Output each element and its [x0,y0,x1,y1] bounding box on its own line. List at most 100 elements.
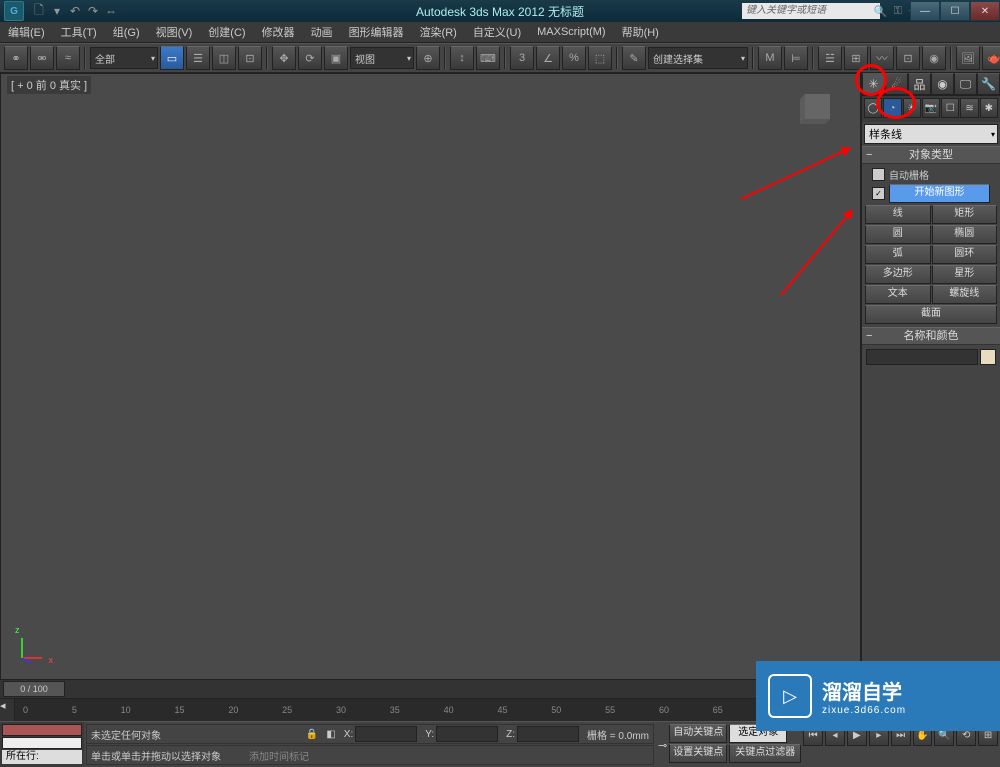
cameras-subtab-icon[interactable]: 📷 [922,98,940,118]
refcoord-dropdown[interactable]: 视图 [350,47,414,69]
menu-tools[interactable]: 工具(T) [61,24,97,40]
keyfilter-button[interactable]: 关键点过滤器 [729,744,801,763]
angle-snap-icon[interactable]: ∠ [536,46,560,70]
minimize-button[interactable]: — [910,1,940,21]
rotate-icon[interactable]: ⟳ [298,46,322,70]
btn-rectangle[interactable]: 矩形 [932,205,998,224]
undo-icon[interactable]: ↶ [68,4,82,18]
btn-ellipse[interactable]: 椭圆 [932,225,998,244]
keyboard-icon[interactable]: ⌨ [476,46,500,70]
systems-subtab-icon[interactable]: ✱ [980,98,998,118]
viewport[interactable]: [ + 0 前 0 真实 ] x z [0,73,861,680]
select-name-icon[interactable]: ☰ [186,46,210,70]
spacewarps-subtab-icon[interactable]: ≋ [960,98,978,118]
redo-icon[interactable]: ↷ [86,4,100,18]
save-icon[interactable]: ▾ [50,4,64,18]
move-icon[interactable]: ✥ [272,46,296,70]
coord-y-input[interactable] [436,726,498,742]
btn-helix[interactable]: 螺旋线 [932,285,998,304]
viewcube-icon[interactable] [790,84,840,134]
macro-rec-icon[interactable] [2,724,82,736]
btn-section[interactable]: 截面 [865,305,997,324]
menubar: 编辑(E) 工具(T) 组(G) 视图(V) 创建(C) 修改器 动画 图形编辑… [0,22,1000,43]
menu-help[interactable]: 帮助(H) [622,24,659,40]
coord-z-input[interactable] [517,726,579,742]
start-new-shape-button[interactable]: 开始新图形 [889,184,990,203]
mirror-icon[interactable]: M [758,46,782,70]
selection-filter-dropdown[interactable]: 全部 [90,47,158,69]
scale-icon[interactable]: ▣ [324,46,348,70]
helpers-subtab-icon[interactable]: ☐ [941,98,959,118]
close-button[interactable]: ✕ [970,1,1000,21]
editnamedset-icon[interactable]: ✎ [622,46,646,70]
object-name-input[interactable] [866,349,978,365]
snap-icon[interactable]: 3 [510,46,534,70]
help-search-input[interactable]: 键入关键字或短语 [742,3,880,19]
new-icon[interactable]: 🗋 [32,4,46,18]
pivot-icon[interactable]: ⊕ [416,46,440,70]
menu-views[interactable]: 视图(V) [156,24,193,40]
select-object-icon[interactable]: ▭ [160,46,184,70]
menu-animation[interactable]: 动画 [311,24,333,40]
btn-arc[interactable]: 弧 [865,245,931,264]
display-tab-icon[interactable]: 🖵 [954,73,977,95]
trackbar-toggle-icon[interactable]: ◂ [0,699,15,721]
category-dropdown[interactable]: 样条线 [864,124,998,144]
cm-key-icon[interactable]: ⊸ [658,739,667,752]
btn-star[interactable]: 星形 [932,265,998,284]
menu-modifiers[interactable]: 修改器 [262,24,295,40]
menu-edit[interactable]: 编辑(E) [8,24,45,40]
menu-create[interactable]: 创建(C) [208,24,245,40]
key-icon[interactable]: ⚿ [894,5,902,18]
rollout-name-color[interactable]: 名称和颜色 [862,327,1000,345]
lock-selection-icon[interactable]: 🔒 [306,729,318,740]
spinner-snap-icon[interactable]: ⬚ [588,46,612,70]
timeslider-handle[interactable]: 0 / 100 [3,681,65,697]
btn-line[interactable]: 线 [865,205,931,224]
coord-x-input[interactable] [355,726,417,742]
menu-group[interactable]: 组(G) [113,24,140,40]
titlebar: G 🗋 ▾ ↶ ↷ ⇔ Autodesk 3ds Max 2012 无标题 键入… [0,0,1000,22]
material-editor-icon[interactable]: ◉ [922,46,946,70]
menu-rendering[interactable]: 渲染(R) [420,24,457,40]
search-go-icon[interactable]: 🔍 [874,5,888,18]
manipulate-icon[interactable]: ↕ [450,46,474,70]
iso-icon[interactable]: ◧ [326,729,335,740]
render-frame-icon[interactable]: 🫖 [982,46,1000,70]
btn-text[interactable]: 文本 [865,285,931,304]
object-color-swatch[interactable] [980,349,996,365]
percent-snap-icon[interactable]: % [562,46,586,70]
btn-donut[interactable]: 圆环 [932,245,998,264]
render-setup-icon[interactable]: 🖼 [956,46,980,70]
autokey-button[interactable]: 自动关键点 [669,724,727,743]
hierarchy-tab-icon[interactable]: 品 [908,73,931,95]
motion-tab-icon[interactable]: ◉ [931,73,954,95]
menu-maxscript[interactable]: MAXScript(M) [537,26,605,38]
mxs-listener-icon[interactable] [2,737,82,749]
autogrid-checkbox[interactable] [872,168,885,181]
maximize-button[interactable]: ☐ [940,1,970,21]
select-region-icon[interactable]: ◫ [212,46,236,70]
autogrid-label: 自动栅格 [889,167,929,182]
schematic-icon[interactable]: ⊡ [896,46,920,70]
utilities-tab-icon[interactable]: 🔧 [977,73,1000,95]
timetag-button[interactable]: 添加时间标记 [249,748,309,763]
btn-ngon[interactable]: 多边形 [865,265,931,284]
startshape-checkbox[interactable]: ✓ [872,187,885,200]
align-icon[interactable]: ⊨ [784,46,808,70]
prompt-text: 单击或单击并拖动以选择对象 [91,748,221,763]
link-icon[interactable]: ⚭ [4,46,28,70]
named-selset-dropdown[interactable]: 创建选择集 [648,47,748,69]
unlink-icon[interactable]: ⚮ [30,46,54,70]
layers-icon[interactable]: ☱ [818,46,842,70]
setkey-button[interactable]: 设置关键点 [669,744,727,763]
window-crossing-icon[interactable]: ⊡ [238,46,262,70]
menu-customize[interactable]: 自定义(U) [473,24,521,40]
app-logo-icon[interactable]: G [4,1,24,21]
viewport-label[interactable]: [ + 0 前 0 真实 ] [7,76,91,94]
bind-icon[interactable]: ≈ [56,46,80,70]
link-icon[interactable]: ⇔ [104,4,118,18]
menu-grapheditors[interactable]: 图形编辑器 [349,24,404,40]
rollout-object-type[interactable]: 对象类型 [862,146,1000,164]
btn-circle[interactable]: 圆 [865,225,931,244]
